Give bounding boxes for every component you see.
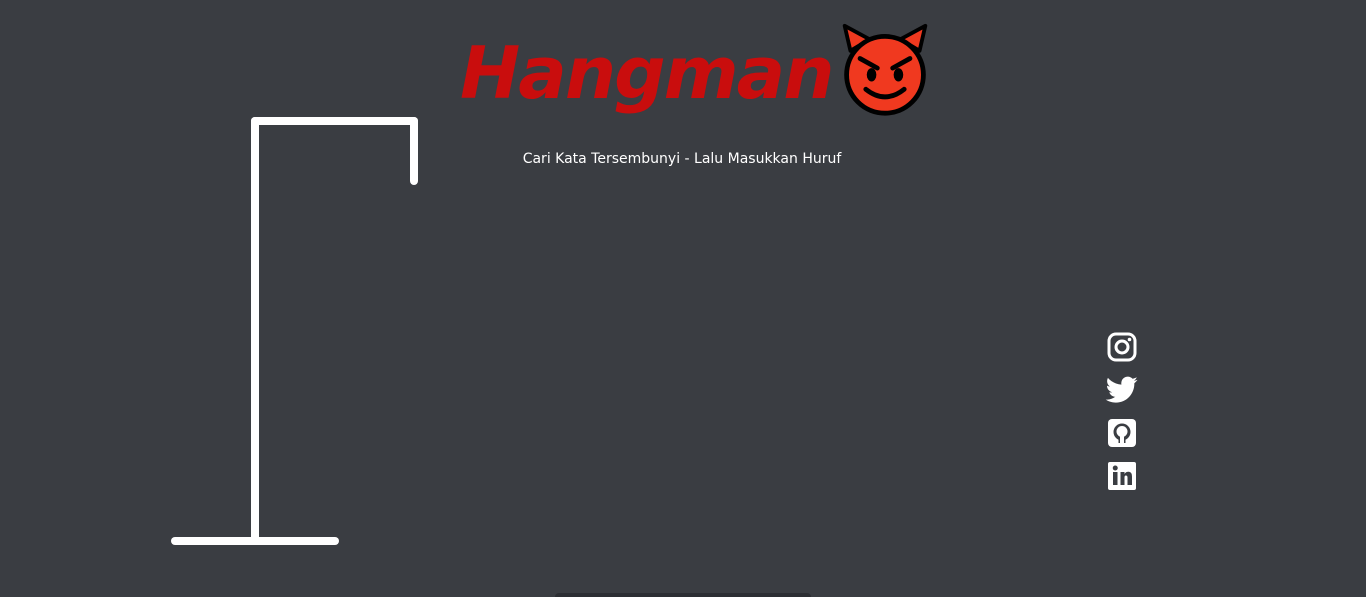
hangman-gallows — [171, 117, 418, 545]
github-link[interactable] — [1105, 416, 1139, 450]
linkedin-icon — [1108, 462, 1136, 490]
game-stage: Hangman Cari Kata Tersembunyi - Lalu Mas… — [0, 0, 1366, 597]
linkedin-link[interactable] — [1105, 459, 1139, 493]
bottom-panel-edge — [555, 593, 811, 597]
social-links — [1102, 330, 1142, 502]
instagram-icon — [1107, 332, 1137, 362]
github-icon — [1108, 419, 1136, 447]
twitter-link[interactable] — [1105, 373, 1139, 407]
instagram-link[interactable] — [1105, 330, 1139, 364]
twitter-icon — [1105, 376, 1138, 403]
